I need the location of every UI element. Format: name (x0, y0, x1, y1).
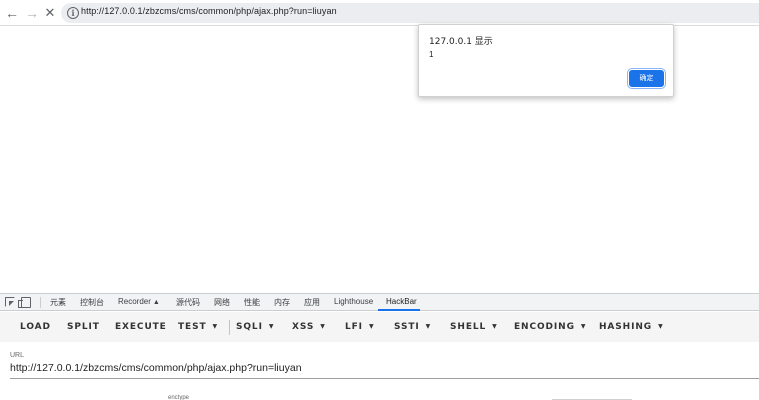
alert-title: 127.0.0.1 显示 (429, 37, 493, 47)
tab-sources[interactable]: 源代码 (176, 297, 200, 308)
alert-dialog: 127.0.0.1 显示 1 确定 (418, 24, 674, 97)
test-menu-label: TEST (178, 322, 207, 332)
caret-down-icon: ▼ (492, 323, 498, 330)
tab-separator (40, 297, 41, 308)
caret-down-icon: ▼ (425, 323, 432, 330)
alert-message: 1 (429, 50, 434, 59)
xss-menu-label: XSS (292, 322, 315, 332)
enctype-label: enctype (168, 395, 190, 400)
url-input-underline (10, 378, 759, 379)
tab-elements[interactable]: 元素 (50, 297, 66, 308)
encoding-menu-label: ENCODING (514, 322, 575, 332)
ssti-menu[interactable]: SSTI ▼ (394, 322, 431, 332)
encoding-menu[interactable]: ENCODING ▼ (514, 322, 586, 332)
forward-button[interactable]: → (24, 5, 40, 21)
lfi-menu[interactable]: LFI ▼ (345, 322, 374, 332)
split-button[interactable]: SPLIT (67, 322, 100, 332)
stop-loading-button[interactable]: ✕ (42, 5, 58, 21)
info-icon[interactable]: i (67, 7, 79, 19)
sqli-menu-label: SQLI (236, 322, 263, 332)
load-button[interactable]: LOAD (20, 322, 51, 332)
url-field-label: URL (10, 352, 25, 359)
tab-application[interactable]: 应用 (304, 297, 320, 308)
caret-down-icon: ▼ (268, 323, 275, 330)
alert-ok-button[interactable]: 确定 (627, 68, 666, 89)
ssti-menu-label: SSTI (394, 322, 420, 332)
caret-down-icon: ▼ (658, 323, 664, 330)
caret-down-icon: ▼ (212, 323, 219, 330)
device-toolbar-icon[interactable] (18, 297, 31, 308)
lfi-menu-label: LFI (345, 322, 363, 332)
active-tab-indicator (378, 309, 420, 311)
tab-hackbar[interactable]: HackBar (386, 297, 417, 306)
caret-down-icon: ▼ (320, 323, 326, 330)
devtools-panel: 元素 控制台 Recorder ▲ 源代码 网络 性能 内存 应用 Lightho… (0, 293, 759, 400)
test-menu[interactable]: TEST ▼ (178, 322, 218, 332)
tab-memory[interactable]: 内存 (274, 297, 290, 308)
xss-menu[interactable]: XSS ▼ (292, 322, 326, 332)
tab-lighthouse[interactable]: Lighthouse (334, 297, 373, 306)
flask-icon: ▲ (152, 299, 160, 306)
tab-recorder[interactable]: Recorder ▲ (118, 297, 160, 306)
arrow-left-icon: ← (5, 5, 19, 21)
devtools-tab-bar: 元素 控制台 Recorder ▲ 源代码 网络 性能 内存 应用 Lightho… (0, 294, 759, 311)
address-url[interactable]: http://127.0.0.1/zbzcms/cms/common/php/a… (81, 6, 337, 16)
arrow-right-icon: → (25, 5, 39, 21)
sqli-menu[interactable]: SQLI ▼ (236, 322, 274, 332)
caret-down-icon: ▼ (580, 323, 587, 330)
hashing-menu[interactable]: HASHING ▼ (599, 322, 664, 332)
inspect-element-icon[interactable] (5, 297, 15, 307)
tab-recorder-label: Recorder (118, 297, 151, 306)
url-input[interactable]: http://127.0.0.1/zbzcms/cms/common/php/a… (10, 362, 302, 374)
close-icon: ✕ (44, 5, 56, 20)
browser-address-bar: ← → ✕ i http://127.0.0.1/zbzcms/cms/comm… (0, 0, 759, 26)
hashing-menu-label: HASHING (599, 322, 653, 332)
toolbar-divider (229, 320, 230, 335)
caret-down-icon: ▼ (368, 323, 375, 330)
execute-button[interactable]: EXECUTE (115, 322, 167, 332)
hackbar-toolbar: LOAD SPLIT EXECUTE TEST ▼ SQLI ▼ XSS ▼ LFI ▼… (0, 312, 759, 342)
tab-console[interactable]: 控制台 (80, 297, 104, 308)
shell-menu[interactable]: SHELL ▼ (450, 322, 498, 332)
back-button[interactable]: ← (4, 5, 20, 21)
tab-network[interactable]: 网络 (214, 297, 230, 308)
omnibox[interactable]: i http://127.0.0.1/zbzcms/cms/common/php… (61, 3, 759, 23)
shell-menu-label: SHELL (450, 322, 487, 332)
tab-performance[interactable]: 性能 (244, 297, 260, 308)
